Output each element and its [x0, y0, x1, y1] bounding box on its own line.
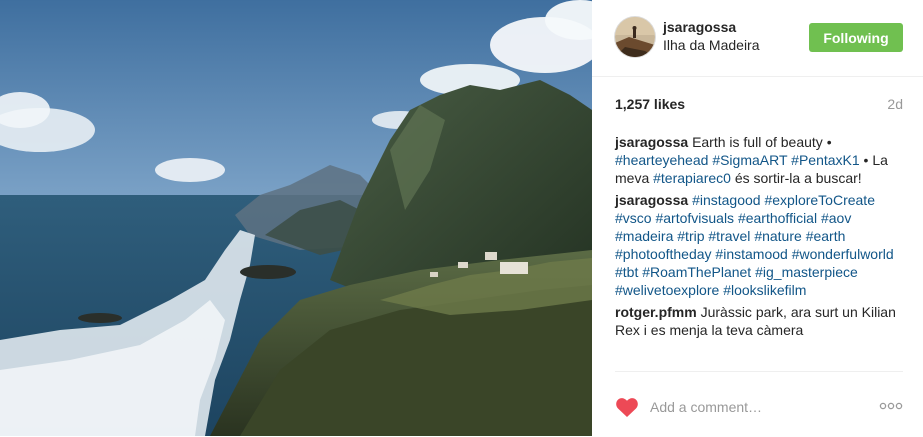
comments-list: jsaragossa Earth is full of beauty • #he… [615, 133, 907, 343]
hashtag-link[interactable]: #aov [821, 210, 851, 226]
hashtag-link[interactable]: #tbt [615, 264, 638, 280]
hashtag-link[interactable]: #madeira [615, 228, 673, 244]
avatar[interactable] [615, 17, 655, 57]
post-time[interactable]: 2d [887, 96, 903, 112]
avatar-image [615, 17, 655, 57]
add-comment-input[interactable] [650, 396, 850, 418]
post-stats: 1,257 likes 2d [615, 96, 903, 112]
hashtag-link[interactable]: #PentaxK1 [791, 152, 860, 168]
hashtag-link[interactable]: #terapiarec0 [653, 170, 731, 186]
hashtag-link[interactable]: #welivetoexplore [615, 282, 719, 298]
hashtag-link[interactable]: #vsco [615, 210, 652, 226]
hashtag-link[interactable]: #trip [677, 228, 704, 244]
hashtag-link[interactable]: #travel [708, 228, 750, 244]
hashtag-link[interactable]: #hearteyehead [615, 152, 708, 168]
comment-username[interactable]: jsaragossa [615, 192, 688, 208]
caption-username[interactable]: jsaragossa [615, 134, 688, 150]
hashtag-link[interactable]: #SigmaART [712, 152, 787, 168]
hashtag-link[interactable]: #ig_masterpiece [755, 264, 858, 280]
following-button[interactable]: Following [809, 23, 903, 52]
post-footer [615, 371, 903, 437]
hashtag-link[interactable]: #nature [754, 228, 801, 244]
post-location[interactable]: Ilha da Madeira [663, 37, 760, 53]
more-options-icon[interactable] [879, 400, 903, 412]
hashtag-link[interactable]: #earth [806, 228, 846, 244]
post-photo-image [0, 0, 592, 436]
post-side-panel: jsaragossa Ilha da Madeira Following 1,2… [592, 0, 923, 436]
hashtag-link[interactable]: #instagood [692, 192, 761, 208]
post-photo[interactable] [0, 0, 592, 436]
hashtag-link[interactable]: #instamood [715, 246, 787, 262]
hashtag-link[interactable]: #lookslikefilm [723, 282, 806, 298]
hashtag-link[interactable]: #photooftheday [615, 246, 712, 262]
hashtag-link[interactable]: #RoamThePlanet [642, 264, 751, 280]
hashtag-link[interactable]: #earthofficial [738, 210, 817, 226]
likes-count[interactable]: 1,257 likes [615, 96, 685, 112]
comment-item: jsaragossa #instagood #exploreToCreate #… [615, 191, 907, 299]
post-username[interactable]: jsaragossa [663, 19, 736, 35]
hashtag-link[interactable]: #exploreToCreate [764, 192, 875, 208]
comment-username[interactable]: rotger.pfmm [615, 304, 697, 320]
heart-icon[interactable] [615, 396, 639, 418]
hashtag-link[interactable]: #artofvisuals [655, 210, 734, 226]
comment-item: rotger.pfmm Juràssic park, ara surt un K… [615, 303, 907, 339]
hashtag-link[interactable]: #wonderfulworld [792, 246, 894, 262]
caption: jsaragossa Earth is full of beauty • #he… [615, 133, 907, 187]
post-header: jsaragossa Ilha da Madeira Following [592, 0, 923, 77]
